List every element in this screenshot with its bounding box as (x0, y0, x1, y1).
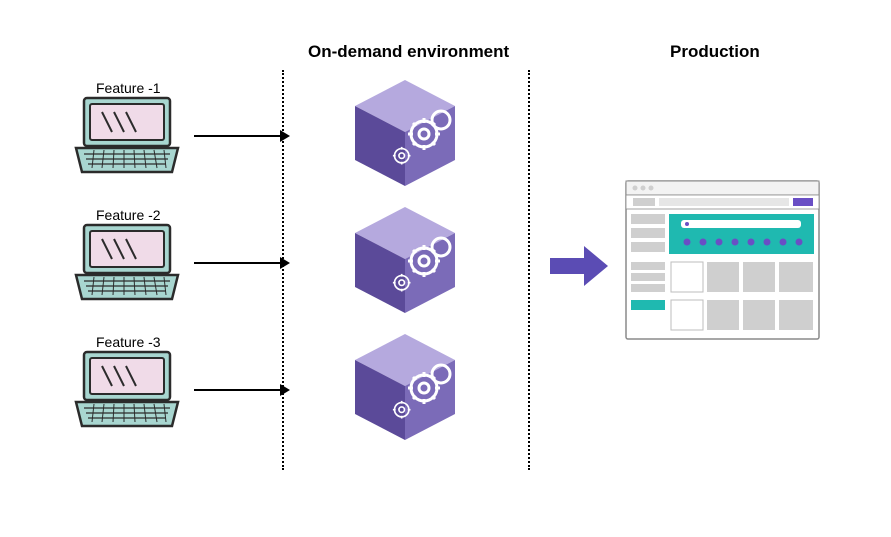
production-browser (625, 180, 820, 345)
environment-heading: On-demand environment (308, 42, 509, 62)
laptop-icon (72, 223, 182, 303)
env-cube-3 (350, 332, 460, 442)
feature-2-label: Feature -2 (96, 207, 161, 223)
arrow-feature-3 (192, 380, 292, 400)
env-cube-2 (350, 205, 460, 315)
laptop-icon (72, 96, 182, 176)
cube-icon (350, 205, 460, 315)
arrow-to-production (548, 244, 610, 288)
laptop-feature-2 (72, 223, 182, 303)
production-heading: Production (670, 42, 760, 62)
feature-1-label: Feature -1 (96, 80, 161, 96)
laptop-icon (72, 350, 182, 430)
cube-icon (350, 332, 460, 442)
arrow-feature-2 (192, 253, 292, 273)
env-cube-1 (350, 78, 460, 188)
laptop-feature-1 (72, 96, 182, 176)
divider-right (528, 70, 530, 470)
cube-icon (350, 78, 460, 188)
browser-icon (625, 180, 820, 340)
laptop-feature-3 (72, 350, 182, 430)
arrow-feature-1 (192, 126, 292, 146)
feature-3-label: Feature -3 (96, 334, 161, 350)
